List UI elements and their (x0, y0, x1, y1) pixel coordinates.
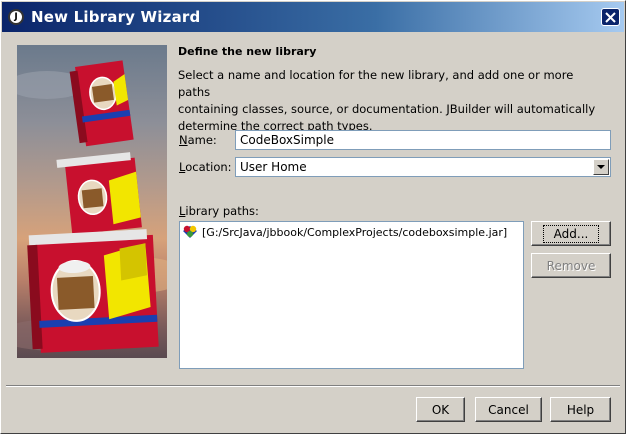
library-paths-list[interactable]: [G:/SrcJava/jbbook/ComplexProjects/codeb… (179, 221, 524, 369)
location-dropdown-button[interactable] (593, 159, 609, 175)
add-button[interactable]: Add... (531, 221, 611, 246)
location-label: Location: (179, 160, 232, 174)
footer-separator (6, 385, 620, 387)
window-title: New Library Wizard (31, 8, 201, 26)
new-library-wizard-dialog: J New Library Wizard Define the new libr… (0, 0, 626, 434)
remove-button[interactable]: Remove (531, 253, 611, 278)
ok-button[interactable]: OK (416, 397, 465, 422)
step-heading: Define the new library (178, 45, 317, 58)
name-field[interactable]: CodeBoxSimple (235, 130, 611, 150)
step-description: Select a name and location for the new l… (178, 67, 608, 135)
name-label: Name: (179, 133, 217, 147)
description-line: containing classes, source, or documenta… (178, 102, 596, 116)
cancel-button[interactable]: Cancel (475, 397, 542, 422)
path-text: [G:/SrcJava/jbbook/ComplexProjects/codeb… (202, 225, 508, 239)
library-paths-label: Library paths: (179, 204, 259, 218)
jbuilder-app-icon: J (8, 9, 24, 25)
close-button[interactable] (601, 8, 620, 26)
location-combobox[interactable]: User Home (235, 157, 611, 177)
close-icon (605, 11, 616, 23)
title-bar[interactable]: J New Library Wizard (2, 2, 624, 32)
list-item[interactable]: [G:/SrcJava/jbbook/ComplexProjects/codeb… (182, 225, 507, 239)
archive-path-icon (183, 225, 197, 238)
chevron-down-icon (597, 164, 605, 169)
description-line: Select a name and location for the new l… (178, 68, 574, 99)
library-books-illustration (17, 60, 167, 353)
wizard-side-image (17, 45, 167, 358)
help-button[interactable]: Help (550, 397, 611, 422)
location-selected-value: User Home (240, 160, 307, 174)
